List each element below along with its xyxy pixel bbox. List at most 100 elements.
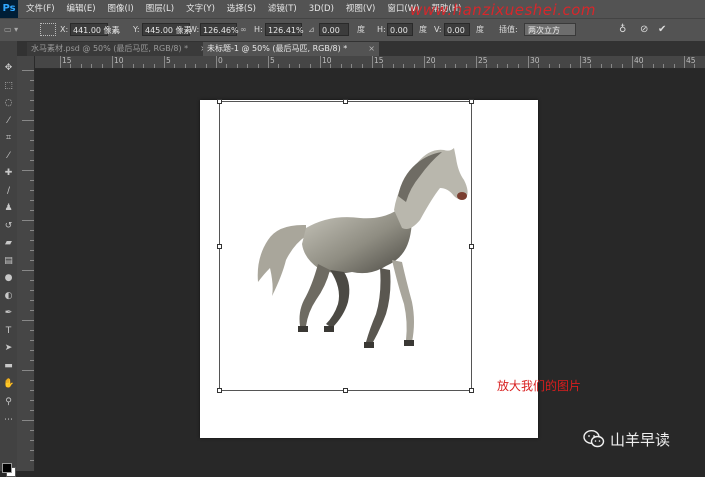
ruler-tick [372, 56, 373, 68]
ruler-tick [632, 56, 633, 68]
ruler-tick [382, 64, 383, 68]
ruler-tick [684, 56, 685, 68]
free-transform-box[interactable] [219, 101, 472, 391]
foreground-color-swatch[interactable] [2, 463, 12, 473]
x-label: X: [60, 23, 68, 36]
menu-image[interactable]: 图像(I) [108, 0, 134, 18]
blur-tool-icon[interactable]: ● [3, 273, 14, 284]
ruler-tick [30, 260, 34, 261]
photoshop-logo: Ps [0, 0, 18, 18]
hskew-input[interactable]: 0.00 [387, 23, 413, 36]
transform-handle-bottom-left[interactable] [217, 388, 222, 393]
menu-bar: Ps 文件(F) 编辑(E) 图像(I) 图层(L) 文字(Y) 选择(S) 滤… [0, 0, 705, 18]
x-input[interactable]: 441.00 像素 [70, 23, 108, 36]
zoom-tool-icon[interactable]: ⚲ [3, 397, 14, 408]
y-input[interactable]: 445.00 像素 [142, 23, 190, 36]
ruler-tick [22, 220, 34, 221]
move-tool-icon[interactable]: ✥ [3, 63, 14, 74]
document-tab-1[interactable]: 水马素材.psd @ 50% (最后马匹, RGB/8) * × [27, 42, 211, 56]
ruler-tick [60, 56, 61, 68]
stamp-tool-icon[interactable]: ♟ [3, 203, 14, 214]
ruler-tick [424, 56, 425, 68]
ruler-tick [30, 80, 34, 81]
ruler-tick [30, 410, 34, 411]
quick-select-tool-icon[interactable]: ⁄ [3, 116, 14, 127]
ruler-tick [528, 56, 529, 68]
pen-tool-icon[interactable]: ✒ [3, 308, 14, 319]
ruler-tick [30, 300, 34, 301]
menu-file[interactable]: 文件(F) [26, 0, 55, 18]
y-label: Y: [133, 23, 140, 36]
ruler-tick [30, 200, 34, 201]
ruler-tick [580, 56, 581, 68]
eyedropper-tool-icon[interactable]: ⁄ [3, 151, 14, 162]
type-tool-icon[interactable]: T [3, 326, 14, 337]
ruler-tick [30, 400, 34, 401]
document-tab-2[interactable]: 未标题-1 @ 50% (最后马匹, RGB/8) * × [203, 42, 379, 56]
crop-tool-icon[interactable]: ⌗ [3, 133, 14, 144]
link-icon[interactable]: ∞ [240, 23, 247, 36]
transform-handle-left[interactable] [217, 244, 222, 249]
ruler-number: 0 [218, 56, 223, 65]
commit-transform-icon[interactable]: ✔ [658, 23, 666, 36]
menu-select[interactable]: 选择(S) [227, 0, 256, 18]
cancel-transform-icon[interactable]: ⊘ [640, 23, 648, 36]
watermark-url: www.hanzixueshei.com [410, 1, 596, 19]
height-input[interactable]: 126.41% [265, 23, 302, 36]
menu-items: 文件(F) 编辑(E) 图像(I) 图层(L) 文字(Y) 选择(S) 滤镜(T… [26, 0, 461, 18]
menu-view[interactable]: 视图(V) [346, 0, 375, 18]
ruler-tick [30, 100, 34, 101]
shape-tool-icon[interactable]: ▬ [3, 361, 14, 372]
ruler-tick [663, 64, 664, 68]
warp-icon[interactable]: ♁ [619, 23, 626, 36]
ruler-tick [174, 64, 175, 68]
caption-text: 放大我们的图片 [497, 377, 581, 394]
menu-3d[interactable]: 3D(D) [309, 0, 334, 18]
ruler-tick [310, 64, 311, 68]
close-tab-2-icon[interactable]: × [368, 42, 375, 56]
menu-type[interactable]: 文字(Y) [186, 0, 215, 18]
width-input[interactable]: 126.46% [200, 23, 237, 36]
ruler-tick [30, 360, 34, 361]
menu-edit[interactable]: 编辑(E) [67, 0, 96, 18]
ruler-tick [570, 64, 571, 68]
transform-handle-top[interactable] [343, 99, 348, 104]
vskew-input[interactable]: 0.00 [444, 23, 470, 36]
history-brush-tool-icon[interactable]: ↺ [3, 221, 14, 232]
menu-filter[interactable]: 滤镜(T) [268, 0, 297, 18]
reference-point-icon[interactable] [40, 23, 56, 36]
ruler-tick [289, 64, 290, 68]
transform-handle-top-right[interactable] [469, 99, 474, 104]
brush-tool-icon[interactable]: ∕ [3, 186, 14, 197]
menu-layer[interactable]: 图层(L) [146, 0, 174, 18]
transform-handle-bottom[interactable] [343, 388, 348, 393]
ruler-tick [507, 64, 508, 68]
canvas-area[interactable] [35, 69, 705, 471]
eraser-tool-icon[interactable]: ▰ [3, 238, 14, 249]
transform-handle-bottom-right[interactable] [469, 388, 474, 393]
ruler-tick [30, 350, 34, 351]
document-canvas[interactable] [200, 100, 538, 438]
interpolation-select[interactable]: 两次立方 [524, 23, 576, 36]
angle-input[interactable]: 0.00 [319, 23, 349, 36]
tool-preset-icon[interactable]: ▭ ▾ [4, 23, 24, 36]
vertical-ruler[interactable] [17, 56, 35, 471]
more-tools-icon[interactable]: ⋯ [3, 415, 14, 426]
marquee-tool-icon[interactable]: ⬚ [3, 81, 14, 92]
horizontal-ruler[interactable]: 15105051015202530354045 [35, 56, 705, 69]
dodge-tool-icon[interactable]: ◐ [3, 291, 14, 302]
hand-tool-icon[interactable]: ✋ [3, 379, 14, 390]
transform-handle-top-left[interactable] [217, 99, 222, 104]
transform-handle-right[interactable] [469, 244, 474, 249]
gradient-tool-icon[interactable]: ▤ [3, 256, 14, 267]
ruler-tick [30, 130, 34, 131]
lasso-tool-icon[interactable]: ◌ [3, 98, 14, 109]
path-select-tool-icon[interactable]: ➤ [3, 343, 14, 354]
ruler-tick [30, 180, 34, 181]
delta-icon[interactable]: △ [114, 23, 120, 36]
ruler-tick [30, 90, 34, 91]
healing-tool-icon[interactable]: ✚ [3, 168, 14, 179]
ruler-tick [414, 64, 415, 68]
tools-panel: ✥ ⬚ ◌ ⁄ ⌗ ⁄ ✚ ∕ ♟ ↺ ▰ ▤ ● ◐ ✒ T ➤ ▬ ✋ ⚲ … [0, 41, 18, 471]
ruler-tick [22, 120, 34, 121]
